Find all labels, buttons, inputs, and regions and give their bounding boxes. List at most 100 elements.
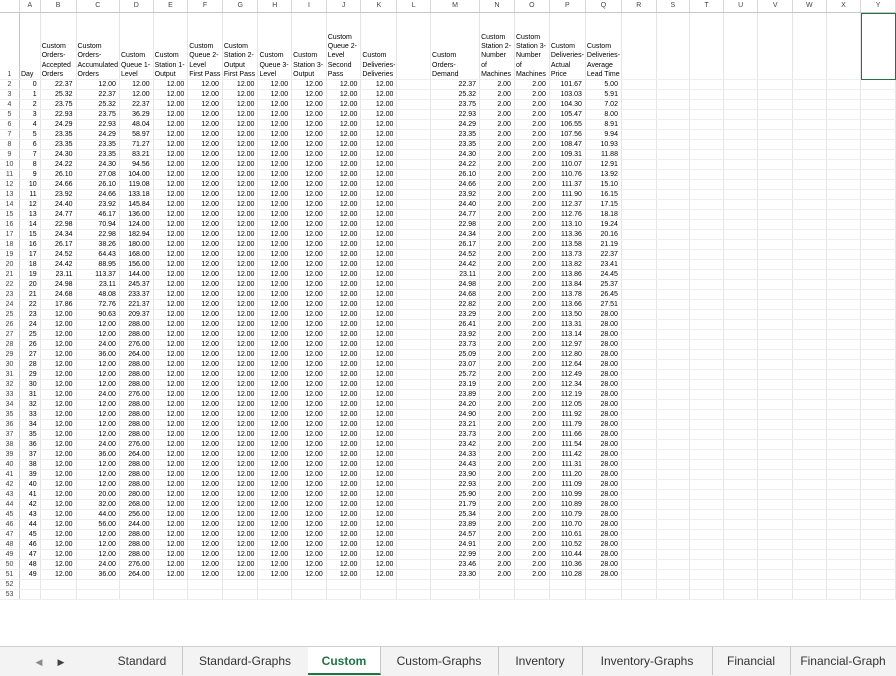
empty-cell[interactable]: [656, 389, 691, 400]
data-cell[interactable]: 26.45: [585, 289, 622, 300]
data-cell[interactable]: 2.00: [479, 479, 515, 490]
data-cell[interactable]: 12.00: [360, 309, 398, 320]
column-header-l[interactable]: L: [396, 0, 432, 13]
data-cell[interactable]: 2.00: [479, 319, 515, 330]
column-header-u[interactable]: U: [723, 0, 759, 13]
data-cell[interactable]: 12.00: [360, 249, 398, 260]
empty-cell[interactable]: [826, 519, 862, 530]
data-cell[interactable]: 12.00: [76, 369, 120, 380]
data-cell[interactable]: 12.00: [291, 519, 327, 530]
empty-cell[interactable]: [656, 449, 691, 460]
data-cell[interactable]: 2.00: [479, 459, 515, 470]
empty-cell[interactable]: [757, 489, 793, 500]
empty-cell[interactable]: [621, 169, 657, 180]
empty-cell[interactable]: [792, 119, 827, 130]
empty-cell[interactable]: [860, 169, 896, 180]
data-cell[interactable]: 112.37: [549, 199, 586, 210]
empty-cell[interactable]: [689, 289, 724, 300]
empty-cell[interactable]: [621, 189, 657, 200]
column-header-d[interactable]: D: [119, 0, 154, 13]
data-cell[interactable]: 2.00: [479, 389, 515, 400]
empty-cell[interactable]: [396, 539, 432, 550]
data-cell[interactable]: 21: [19, 289, 41, 300]
empty-cell[interactable]: [826, 229, 862, 240]
row-number[interactable]: 51: [0, 569, 20, 580]
row-number[interactable]: 45: [0, 509, 20, 520]
row-number[interactable]: 35: [0, 409, 20, 420]
data-cell[interactable]: 2.00: [479, 499, 515, 510]
data-cell[interactable]: 12.00: [187, 129, 223, 140]
data-cell[interactable]: 12.00: [187, 209, 223, 220]
empty-cell[interactable]: [826, 399, 862, 410]
data-cell[interactable]: 112.19: [549, 389, 586, 400]
data-cell[interactable]: 12.00: [40, 409, 77, 420]
empty-cell[interactable]: [860, 579, 896, 590]
empty-cell[interactable]: [757, 559, 793, 570]
empty-cell[interactable]: [396, 319, 432, 330]
data-cell[interactable]: 12.00: [326, 499, 362, 510]
data-cell[interactable]: 2.00: [514, 139, 550, 150]
empty-cell[interactable]: [826, 329, 862, 340]
empty-cell[interactable]: [656, 199, 691, 210]
data-cell[interactable]: 12.00: [222, 359, 259, 370]
empty-cell[interactable]: [689, 539, 724, 550]
data-cell[interactable]: 124.00: [119, 219, 154, 230]
empty-cell[interactable]: [396, 269, 432, 280]
data-cell[interactable]: 2.00: [479, 79, 515, 90]
data-cell[interactable]: 113.14: [549, 329, 586, 340]
empty-cell[interactable]: [723, 569, 759, 580]
empty-cell[interactable]: [723, 429, 759, 440]
row-number[interactable]: 44: [0, 499, 20, 510]
empty-cell[interactable]: [621, 89, 657, 100]
data-cell[interactable]: 36.00: [76, 449, 120, 460]
data-cell[interactable]: 2.00: [479, 559, 515, 570]
data-cell[interactable]: 12.00: [326, 549, 362, 560]
data-cell[interactable]: 5: [19, 129, 41, 140]
row-number[interactable]: 36: [0, 419, 20, 430]
data-cell[interactable]: 2.00: [514, 189, 550, 200]
data-cell[interactable]: 36.29: [119, 109, 154, 120]
data-cell[interactable]: 12.00: [291, 359, 327, 370]
empty-cell[interactable]: [792, 549, 827, 560]
empty-cell[interactable]: [757, 429, 793, 440]
data-cell[interactable]: 12.00: [257, 109, 293, 120]
empty-cell[interactable]: [222, 579, 259, 590]
empty-cell[interactable]: [860, 399, 896, 410]
empty-cell[interactable]: [40, 589, 77, 600]
data-cell[interactable]: 12.00: [153, 229, 189, 240]
column-header-b[interactable]: B: [40, 0, 77, 13]
empty-cell[interactable]: [689, 439, 724, 450]
empty-cell[interactable]: [792, 329, 827, 340]
data-cell[interactable]: 12.00: [153, 549, 189, 560]
data-cell[interactable]: 2.00: [479, 249, 515, 260]
data-cell[interactable]: 36: [19, 439, 41, 450]
data-cell[interactable]: 288.00: [119, 479, 154, 490]
empty-cell[interactable]: [723, 269, 759, 280]
empty-cell[interactable]: [656, 519, 691, 530]
data-cell[interactable]: 12.00: [326, 259, 362, 270]
data-cell[interactable]: 12.00: [40, 529, 77, 540]
data-cell[interactable]: 12.00: [360, 559, 398, 570]
data-cell[interactable]: 103.03: [549, 89, 586, 100]
data-cell[interactable]: 12.00: [326, 199, 362, 210]
data-cell[interactable]: 12.00: [326, 569, 362, 580]
data-cell[interactable]: 56.00: [76, 519, 120, 530]
empty-cell[interactable]: [826, 269, 862, 280]
data-cell[interactable]: 12.00: [153, 169, 189, 180]
header-cell[interactable]: Custom Queue 3- Level: [257, 12, 293, 80]
empty-cell[interactable]: [621, 239, 657, 250]
empty-cell[interactable]: [860, 159, 896, 170]
data-cell[interactable]: 12.00: [291, 469, 327, 480]
data-cell[interactable]: 12.00: [326, 119, 362, 130]
data-cell[interactable]: 12.00: [153, 179, 189, 190]
empty-cell[interactable]: [656, 439, 691, 450]
data-cell[interactable]: 12.00: [257, 219, 293, 230]
data-cell[interactable]: 12.00: [291, 209, 327, 220]
data-cell[interactable]: 34: [19, 419, 41, 430]
row-number[interactable]: 47: [0, 529, 20, 540]
data-cell[interactable]: 24.33: [430, 449, 481, 460]
empty-cell[interactable]: [396, 209, 432, 220]
data-cell[interactable]: 113.31: [549, 319, 586, 330]
data-cell[interactable]: 276.00: [119, 439, 154, 450]
data-cell[interactable]: 12.00: [360, 89, 398, 100]
